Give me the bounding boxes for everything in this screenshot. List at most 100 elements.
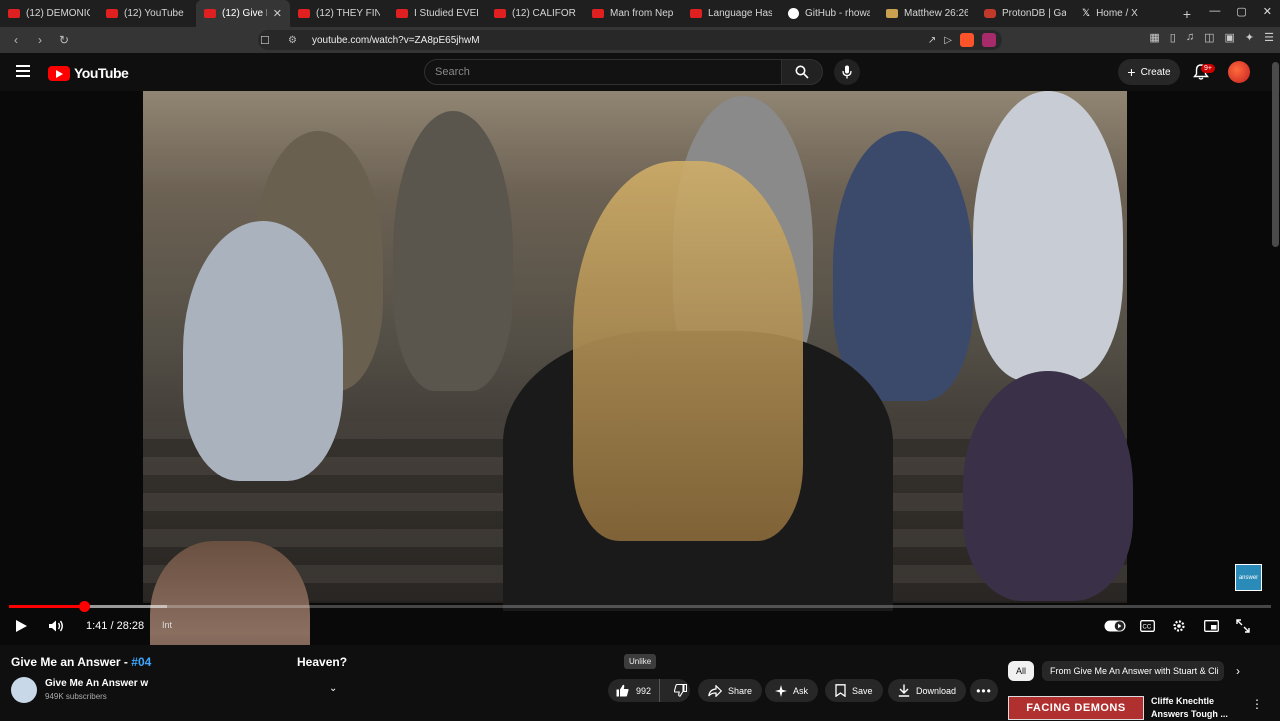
- webcam-overlay: [150, 541, 310, 645]
- svg-text:CC: CC: [1143, 625, 1152, 631]
- wallet-icon[interactable]: ▯: [1170, 31, 1176, 44]
- open-external-icon[interactable]: ↗: [928, 35, 936, 46]
- share-icon: [708, 684, 722, 697]
- search-icon: [795, 65, 809, 79]
- close-window-button[interactable]: ✕: [1263, 5, 1272, 18]
- mute-button[interactable]: [48, 617, 64, 635]
- forward-icon[interactable]: ›: [30, 30, 50, 50]
- browser-tab[interactable]: 𝕏 Home / X: [1074, 0, 1172, 27]
- site-info-icon[interactable]: ⚙: [288, 35, 302, 46]
- autoplay-toggle-icon: [1104, 620, 1126, 632]
- share-button[interactable]: Share: [698, 679, 763, 702]
- progress-played: [9, 605, 84, 608]
- chip-all[interactable]: All: [1008, 661, 1035, 681]
- voice-search-button[interactable]: [834, 59, 860, 85]
- recommended-video-thumbnail[interactable]: FACING DEMONS: [1008, 696, 1144, 720]
- back-icon[interactable]: ‹: [6, 30, 26, 50]
- account-avatar[interactable]: [1228, 61, 1250, 83]
- browser-tab[interactable]: Man from Neph: [584, 0, 682, 27]
- bookmark-save-icon: [835, 684, 846, 697]
- browser-tab-label: ProtonDB | Gam: [1002, 8, 1066, 19]
- leo-icon[interactable]: ✦: [1245, 31, 1254, 44]
- download-button[interactable]: Download: [888, 679, 967, 702]
- browser-tab[interactable]: (12) DEMONIC: [0, 0, 98, 27]
- minimize-button[interactable]: —: [1209, 5, 1220, 18]
- save-button[interactable]: Save: [825, 679, 883, 702]
- browser-tab[interactable]: Language Has: [682, 0, 780, 27]
- browser-tab-label: I Studied EVERY: [414, 8, 478, 19]
- sidebar-icon[interactable]: ◫: [1204, 31, 1214, 44]
- media-icon[interactable]: ♫: [1186, 31, 1194, 44]
- create-button[interactable]: + Create: [1118, 59, 1180, 85]
- notification-badge: 9+: [1201, 64, 1215, 73]
- ask-button[interactable]: Ask: [765, 679, 819, 702]
- chip-scroll-right-icon[interactable]: ›: [1236, 664, 1240, 678]
- channel-avatar[interactable]: [11, 677, 37, 703]
- search-input[interactable]: Search: [424, 59, 782, 85]
- theater-mode-button[interactable]: [1204, 617, 1219, 635]
- chip-from-channel[interactable]: From Give Me An Answer with Stuart & Cli: [1042, 661, 1225, 681]
- video-title-hashtag[interactable]: #04: [131, 655, 151, 669]
- browser-tab[interactable]: (12) CALIFORNI: [486, 0, 584, 27]
- video-frame[interactable]: [143, 91, 1133, 611]
- maximize-button[interactable]: ▢: [1236, 5, 1246, 18]
- more-horizontal-icon: •••: [976, 683, 992, 698]
- browser-tab[interactable]: Matthew 26:26: [878, 0, 976, 27]
- channel-name[interactable]: Give Me An Answer w: [45, 678, 148, 689]
- reload-icon[interactable]: ↻: [54, 30, 74, 50]
- like-count: 992: [636, 685, 652, 696]
- browser-tab[interactable]: GitHub - rhowa: [780, 0, 878, 27]
- chapter-label[interactable]: Int: [162, 620, 172, 630]
- create-button-label: Create: [1140, 66, 1171, 78]
- browser-tab[interactable]: (12) Give Me ✕: [196, 0, 290, 27]
- subscribe-dropdown-chevron-icon[interactable]: ⌄: [329, 683, 337, 694]
- video-scene-speaker-hair: [573, 161, 803, 541]
- youtube-logo[interactable]: YouTube: [48, 65, 129, 81]
- like-button[interactable]: 992: [608, 679, 661, 702]
- youtube-icon: [298, 9, 310, 18]
- brave-shields-icon[interactable]: [960, 33, 974, 47]
- browser-tab[interactable]: ProtonDB | Gam: [976, 0, 1074, 27]
- browser-tab[interactable]: I Studied EVERY: [388, 0, 486, 27]
- browser-tab-label: (12) YouTube: [124, 8, 184, 19]
- browser-tab[interactable]: (12) THEY FINAL: [290, 0, 388, 27]
- video-player[interactable]: answer 1:41 / 28:28 Int CC: [0, 91, 1280, 645]
- window-controls: — ▢ ✕: [1209, 5, 1272, 18]
- autoplay-toggle[interactable]: [1104, 617, 1126, 635]
- browser-tab[interactable]: (12) YouTube: [98, 0, 196, 27]
- new-tab-button[interactable]: +: [1178, 6, 1196, 22]
- fullscreen-button[interactable]: [1236, 617, 1250, 635]
- progress-bar[interactable]: [9, 601, 1271, 612]
- bookmark-icon[interactable]: ☐: [260, 34, 274, 47]
- play-button[interactable]: [14, 617, 28, 635]
- url-text[interactable]: youtube.com/watch?v=ZA8pE65jhwM: [312, 35, 480, 46]
- cast-icon[interactable]: ▷: [944, 35, 952, 46]
- page-scrollbar[interactable]: [1272, 62, 1279, 247]
- scrubber-handle[interactable]: [78, 601, 90, 612]
- download-label: Download: [916, 685, 957, 696]
- search-button[interactable]: [781, 59, 823, 85]
- address-bar[interactable]: ☐ ⚙ youtube.com/watch?v=ZA8pE65jhwM ↗ ▷: [258, 30, 1002, 50]
- youtube-icon: [690, 9, 702, 18]
- youtube-icon: [106, 9, 118, 18]
- more-vertical-icon[interactable]: ⋮: [1251, 697, 1263, 711]
- youtube-icon: [494, 9, 506, 18]
- youtube-icon: [396, 9, 408, 18]
- brave-rewards-icon[interactable]: [982, 33, 996, 47]
- extensions-icon[interactable]: ▦: [1149, 31, 1159, 44]
- hamburger-menu-icon[interactable]: [16, 65, 30, 77]
- browser-tab-label: Language Has: [708, 8, 772, 19]
- endcard-channel-logo[interactable]: answer: [1235, 564, 1262, 591]
- save-label: Save: [852, 685, 873, 696]
- video-scene-person: [183, 221, 343, 481]
- captions-button[interactable]: CC: [1140, 617, 1155, 635]
- settings-button[interactable]: [1172, 617, 1186, 635]
- tab-close-icon[interactable]: ✕: [273, 7, 282, 20]
- browser-toolbar: ‹ › ↻ ☐ ⚙ youtube.com/watch?v=ZA8pE65jhw…: [0, 27, 1280, 53]
- wallet-icon-2[interactable]: ▣: [1225, 31, 1235, 44]
- dislike-button[interactable]: [666, 679, 695, 702]
- menu-icon[interactable]: ☰: [1264, 31, 1274, 44]
- more-actions-button[interactable]: •••: [970, 679, 998, 702]
- recommended-video-title[interactable]: Cliffe Knechtle Answers Tough ...: [1151, 695, 1251, 721]
- video-scene-person: [973, 91, 1123, 381]
